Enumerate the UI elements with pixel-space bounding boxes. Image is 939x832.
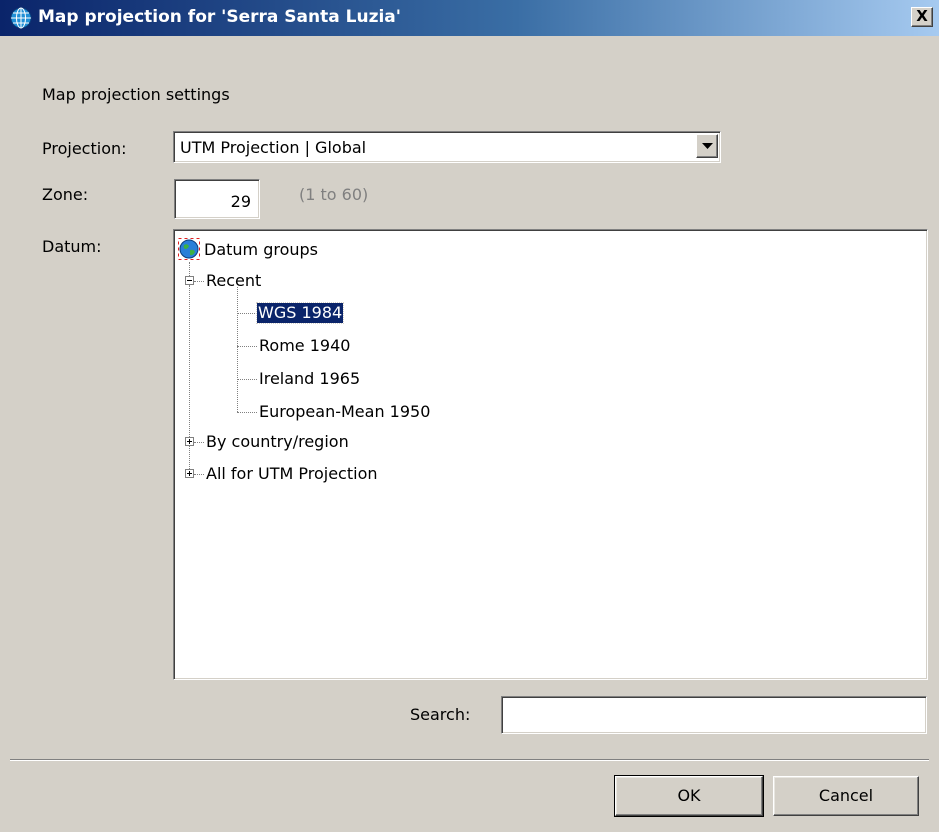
tree-connector: [194, 281, 204, 282]
cancel-button[interactable]: Cancel: [773, 776, 919, 816]
tree-connector: [194, 474, 204, 475]
zone-range-hint: (1 to 60): [299, 185, 369, 204]
map-projection-dialog: Map projection for 'Serra Santa Luzia' X…: [0, 0, 939, 832]
zone-label: Zone:: [42, 185, 89, 204]
tree-connector: [237, 379, 257, 380]
datum-tree[interactable]: Datum groups Recent WGS 1984 Rome 1940 I…: [173, 229, 928, 680]
tree-connector: [189, 285, 190, 437]
window-title: Map projection for 'Serra Santa Luzia': [38, 7, 401, 27]
tree-connector: [189, 446, 190, 469]
tree-root-datum-groups[interactable]: Datum groups: [204, 240, 318, 260]
tree-item-wgs-1984[interactable]: WGS 1984: [255, 302, 345, 324]
chevron-down-icon: [702, 143, 713, 149]
tree-connector: [237, 313, 257, 314]
tree-node-recent[interactable]: Recent: [206, 271, 261, 291]
expand-by-country-toggle[interactable]: [185, 437, 194, 446]
zone-input[interactable]: 29: [174, 179, 260, 219]
tree-node-by-country-region[interactable]: By country/region: [206, 432, 349, 452]
tree-connector: [237, 346, 257, 347]
zone-value: 29: [230, 192, 251, 211]
footer-divider: [10, 759, 929, 761]
collapse-recent-toggle[interactable]: [185, 276, 194, 285]
tree-node-all-for-utm[interactable]: All for UTM Projection: [206, 464, 378, 484]
projection-dropdown-button[interactable]: [696, 134, 718, 158]
ok-button[interactable]: OK: [614, 775, 764, 817]
datum-label: Datum:: [42, 237, 102, 256]
tree-connector: [237, 287, 238, 412]
projection-select[interactable]: UTM Projection | Global: [173, 131, 721, 163]
title-bar[interactable]: Map projection for 'Serra Santa Luzia' X: [0, 0, 939, 36]
globe-grid-icon: [10, 7, 32, 29]
section-label: Map projection settings: [42, 85, 230, 104]
search-input[interactable]: [501, 696, 927, 734]
projection-label: Projection:: [42, 139, 127, 158]
tree-connector: [237, 412, 257, 413]
projection-value: UTM Projection | Global: [180, 138, 367, 157]
tree-item-ireland-1965[interactable]: Ireland 1965: [259, 369, 360, 389]
earth-globe-icon: [178, 238, 200, 260]
tree-item-european-mean-1950[interactable]: European-Mean 1950: [259, 402, 430, 422]
search-label: Search:: [410, 705, 471, 724]
tree-item-rome-1940[interactable]: Rome 1940: [259, 336, 350, 356]
close-button[interactable]: X: [911, 7, 933, 27]
tree-connector: [194, 442, 204, 443]
expand-all-utm-toggle[interactable]: [185, 469, 194, 478]
tree-connector: [189, 262, 190, 276]
